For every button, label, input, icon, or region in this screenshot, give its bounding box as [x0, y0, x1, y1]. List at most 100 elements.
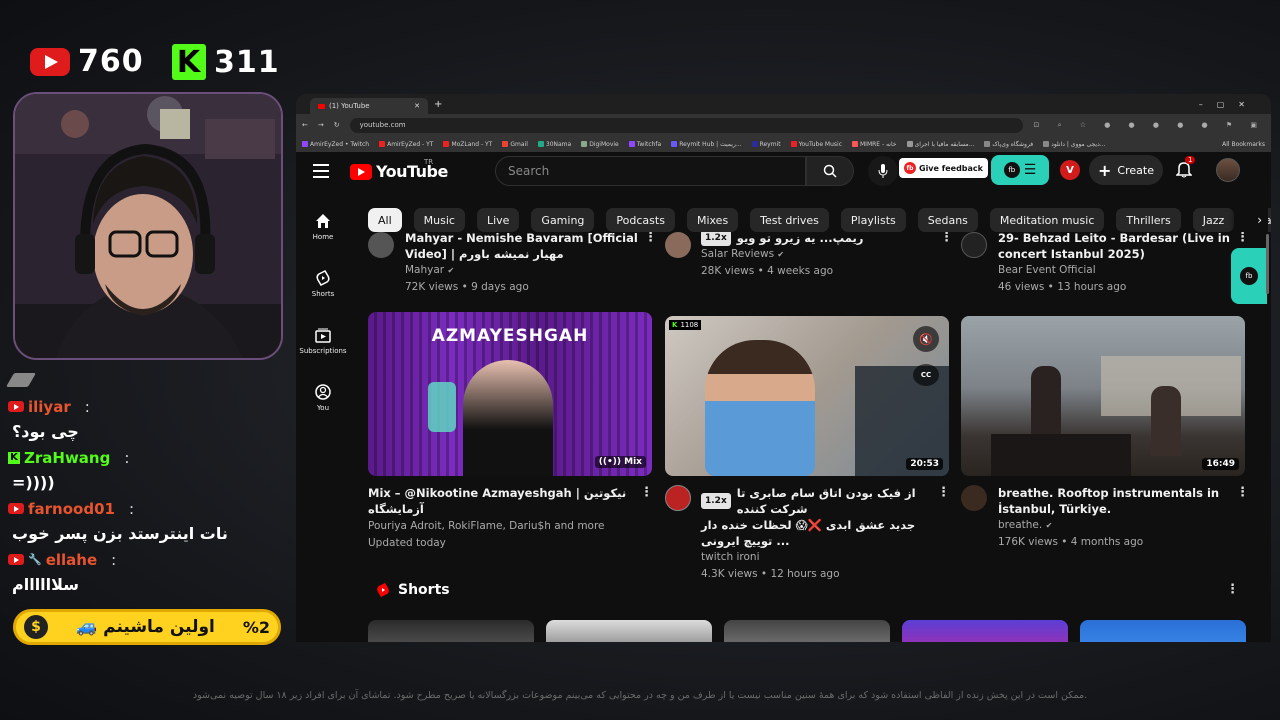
- forward-icon[interactable]: →: [318, 121, 324, 129]
- extension-icons[interactable]: ⊡ ⌕ ☆ ● ● ● ● ● ⚑ ▣: [1033, 121, 1265, 130]
- video-title-line2[interactable]: Video] | مهیار نمیشه باورم: [405, 246, 645, 262]
- bookmark-item[interactable]: Reymit: [751, 141, 781, 148]
- chips-next-icon[interactable]: ›: [1228, 208, 1268, 232]
- sidebar-item-shorts[interactable]: Shorts: [296, 255, 350, 312]
- video-card-mix[interactable]: Mix – @Nikootine Azmayeshgah | نیکوتین آ…: [368, 485, 638, 552]
- url-bar[interactable]: youtube.com: [349, 117, 1024, 133]
- chat-username[interactable]: ellahe: [46, 551, 97, 569]
- shorts-more-options-icon[interactable]: ⋮: [1226, 582, 1239, 597]
- video-title-line2[interactable]: concert Istanbul 2025): [998, 246, 1238, 262]
- channel-name[interactable]: breathe.: [998, 519, 1042, 531]
- chat-username[interactable]: ZraHwang: [24, 449, 110, 467]
- video-card-salar[interactable]: 1.2x ریمپ... یه زیرو تو ویو Salar Reviews…: [701, 232, 941, 280]
- extension-toggle-button[interactable]: fb ☰: [991, 155, 1049, 185]
- short-thumbnail[interactable]: [1080, 620, 1246, 642]
- chip-playlists[interactable]: Playlists: [840, 208, 906, 232]
- side-extension-button[interactable]: fb: [1231, 248, 1267, 304]
- bookmark-item[interactable]: MoZLand - YT: [443, 141, 492, 148]
- sidebar-item-subscriptions[interactable]: Subscriptions: [296, 312, 350, 369]
- channel-avatar[interactable]: [368, 232, 394, 258]
- more-options-icon[interactable]: ⋮: [937, 485, 950, 500]
- vpn-extension-icon[interactable]: V: [1060, 160, 1080, 180]
- bookmark-item[interactable]: YouTube Music: [790, 141, 842, 148]
- channel-name[interactable]: Bear Event Official: [998, 262, 1238, 279]
- channel-name[interactable]: Salar Reviews: [701, 248, 774, 260]
- chip-thrillers[interactable]: Thrillers: [1116, 208, 1181, 232]
- close-tab-icon[interactable]: ✕: [414, 102, 420, 110]
- video-title[interactable]: ریمپ... یه زیرو تو ویو: [737, 232, 864, 246]
- back-icon[interactable]: ←: [302, 121, 308, 129]
- bookmark-item[interactable]: AmirEyZed • Twitch: [302, 141, 369, 148]
- video-title[interactable]: Mahyar - Nemishe Bavaram [Official: [405, 232, 645, 246]
- video-title[interactable]: Mix – @Nikootine Azmayeshgah | نیکوتین آ…: [368, 485, 638, 517]
- sidebar-item-you[interactable]: You: [296, 369, 350, 426]
- chip-gaming[interactable]: Gaming: [531, 208, 595, 232]
- chip-all[interactable]: All: [368, 208, 402, 232]
- search-button[interactable]: [806, 156, 854, 186]
- reload-icon[interactable]: ↻: [334, 121, 340, 129]
- video-thumbnail-breathe[interactable]: 16:49: [961, 316, 1245, 476]
- give-feedback-button[interactable]: fb Give feedback: [899, 158, 988, 178]
- bookmark-item[interactable]: MIMRE - خانه: [852, 141, 897, 148]
- bookmark-item[interactable]: Twitchfa: [628, 141, 661, 148]
- video-card-breathe[interactable]: breathe. Rooftop instrumentals in İstanb…: [998, 485, 1228, 551]
- channel-name[interactable]: twitch ironi: [701, 549, 931, 566]
- all-bookmarks-button[interactable]: All Bookmarks: [1222, 141, 1271, 148]
- bookmark-item[interactable]: DigiMovie: [581, 141, 619, 148]
- more-options-icon[interactable]: ⋮: [1236, 485, 1248, 500]
- short-thumbnail[interactable]: [546, 620, 712, 642]
- video-title[interactable]: از فیک بودن اتاق سام صابری تا شرکت کننده: [737, 485, 931, 517]
- window-controls[interactable]: –▢✕: [1199, 100, 1259, 109]
- chip-music[interactable]: Music: [413, 208, 465, 232]
- new-tab-icon[interactable]: +: [434, 99, 442, 110]
- more-options-icon[interactable]: ⋮: [1236, 232, 1248, 245]
- scrollbar[interactable]: [1266, 234, 1269, 294]
- more-options-icon[interactable]: ⋮: [640, 485, 653, 500]
- create-button[interactable]: + Create: [1089, 155, 1163, 185]
- sidebar-item-home[interactable]: Home: [296, 198, 350, 255]
- search-input[interactable]: Search: [495, 156, 806, 186]
- bookmark-item[interactable]: فروشگاه وی‌پاک: [984, 141, 1033, 148]
- profile-avatar[interactable]: [1216, 158, 1240, 182]
- video-thumbnail-mix[interactable]: AZMAYESHGAH ((•)) Mix: [368, 312, 652, 476]
- video-title-line2[interactable]: İstanbul, Türkiye.: [998, 501, 1228, 517]
- video-card-bear-event[interactable]: 29- Behzad Leito - Bardesar (Live in con…: [998, 232, 1238, 296]
- bookmark-item[interactable]: Reymit Hub | ریمیت...: [671, 141, 742, 148]
- notifications-button[interactable]: 1: [1175, 156, 1196, 182]
- bookmark-item[interactable]: Gmail: [502, 141, 528, 148]
- youtube-home-logo[interactable]: YouTube: [350, 162, 448, 181]
- short-thumbnail[interactable]: [368, 620, 534, 642]
- channel-avatar[interactable]: [961, 232, 987, 258]
- bookmark-item[interactable]: AmirEyZed - YT: [379, 141, 433, 148]
- video-title-line2[interactable]: جدید عشق ابدی ❌😱 لحظات خنده دار توییچ ای…: [701, 517, 931, 549]
- video-card-twitch-ironi[interactable]: 1.2x از فیک بودن اتاق سام صابری تا شرکت ک…: [701, 485, 931, 583]
- chat-username[interactable]: iliyar: [28, 398, 71, 416]
- browser-tab-youtube[interactable]: (1) YouTube ✕: [310, 98, 428, 114]
- more-options-icon[interactable]: ⋮: [644, 232, 657, 245]
- channel-avatar[interactable]: [665, 485, 691, 511]
- channel-name[interactable]: Mahyar: [405, 264, 444, 276]
- chip-sedans[interactable]: Sedans: [917, 208, 978, 232]
- chip-mixes[interactable]: Mixes: [686, 208, 739, 232]
- more-options-icon[interactable]: ⋮: [940, 232, 953, 245]
- video-thumbnail-twitch-ironi[interactable]: K 1108 🔇 CC 20:53: [665, 316, 949, 476]
- short-thumbnail[interactable]: [902, 620, 1068, 642]
- channel-avatar[interactable]: [961, 485, 987, 511]
- bookmark-item[interactable]: دیجی مووی | دانلود...: [1043, 141, 1106, 148]
- video-card-mahyar[interactable]: Mahyar - Nemishe Bavaram [Official Video…: [405, 232, 645, 296]
- video-title[interactable]: breathe. Rooftop instrumentals in: [998, 485, 1228, 501]
- chip-meditation-music[interactable]: Meditation music: [989, 208, 1105, 232]
- chat-username[interactable]: farnood01: [28, 500, 115, 518]
- chip-test-drives[interactable]: Test drives: [750, 208, 829, 232]
- bookmark-item[interactable]: 30Nama: [537, 141, 571, 148]
- chip-podcasts[interactable]: Podcasts: [606, 208, 675, 232]
- short-thumbnail[interactable]: [724, 620, 890, 642]
- chip-live[interactable]: Live: [476, 208, 520, 232]
- menu-icon[interactable]: [313, 164, 329, 178]
- channel-names[interactable]: Pouriya Adroit, RokiFlame, Dariu$h and m…: [368, 518, 638, 535]
- video-title[interactable]: 29- Behzad Leito - Bardesar (Live in: [998, 232, 1238, 246]
- bookmark-item[interactable]: مسابقه مافیا با اجرای...: [906, 141, 974, 148]
- mute-icon[interactable]: 🔇: [913, 326, 939, 352]
- voice-search-button[interactable]: [868, 156, 898, 186]
- channel-avatar[interactable]: [665, 232, 691, 258]
